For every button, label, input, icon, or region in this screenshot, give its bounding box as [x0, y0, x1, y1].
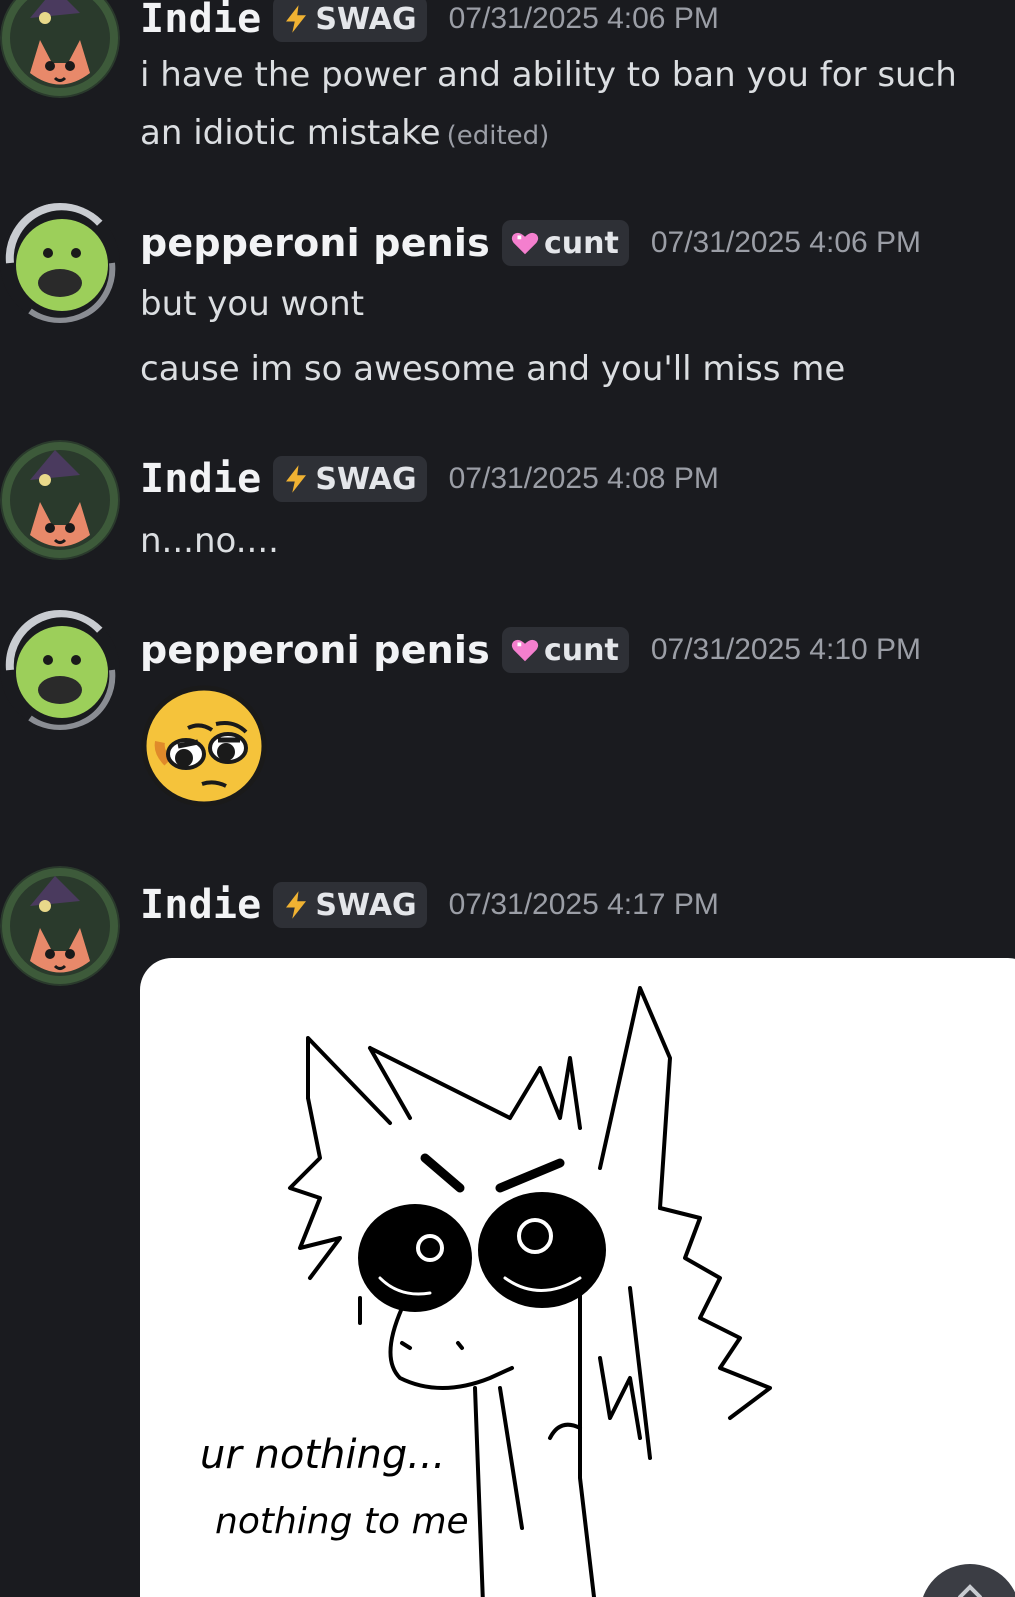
drawing-caption-line-2: nothing to me: [215, 1501, 469, 1542]
message-line-2: an idiotic mistake (edited): [140, 104, 957, 165]
username[interactable]: pepperoni penis: [140, 628, 490, 672]
role-tag-label: cunt: [543, 225, 619, 261]
timestamp: 07/31/2025 4:06 PM: [448, 2, 719, 35]
role-tag-label: SWAG: [315, 887, 417, 923]
message-line: cause im so awesome and you'll miss me: [140, 349, 846, 389]
timestamp: 07/31/2025 4:08 PM: [448, 462, 719, 495]
username[interactable]: pepperoni penis: [140, 221, 490, 265]
message-header: pepperoni penis cunt 07/31/2025 4:06 PM: [140, 220, 921, 266]
edited-label: (edited): [446, 121, 550, 151]
lightning-icon: [281, 889, 311, 921]
timestamp: 07/31/2025 4:17 PM: [448, 888, 719, 921]
avatar-pepperoni[interactable]: [0, 610, 120, 730]
pleading-smug-emoji[interactable]: [138, 682, 268, 808]
role-tag[interactable]: cunt: [501, 220, 629, 266]
message-content-2: cause im so awesome and you'll miss me: [140, 340, 845, 398]
avatar-indie[interactable]: [0, 866, 120, 986]
message-content: n...no....: [140, 512, 279, 570]
avatar-indie[interactable]: [0, 440, 120, 560]
message-line: n...no....: [140, 521, 279, 561]
role-tag[interactable]: SWAG: [273, 0, 427, 42]
role-tag-label: SWAG: [315, 461, 417, 497]
message-content: but you wont: [140, 275, 364, 333]
role-tag[interactable]: SWAG: [273, 882, 427, 928]
chevron-up-icon: [957, 1582, 983, 1597]
message-header: Indie SWAG 07/31/2025 4:17 PM: [140, 882, 719, 928]
message-line: i have the power and ability to ban you …: [140, 55, 957, 95]
message-header: Indie SWAG 07/31/2025 4:06 PM: [140, 0, 719, 42]
message-line-text: an idiotic mistake: [140, 113, 441, 153]
role-tag-label: cunt: [543, 632, 619, 668]
lightning-icon: [281, 3, 311, 35]
timestamp: 07/31/2025 4:10 PM: [650, 633, 922, 666]
pink-heart-icon: [510, 634, 540, 666]
lightning-icon: [281, 463, 311, 495]
message-header: Indie SWAG 07/31/2025 4:08 PM: [140, 456, 719, 502]
timestamp: 07/31/2025 4:06 PM: [650, 226, 922, 259]
role-tag[interactable]: SWAG: [273, 456, 427, 502]
role-tag[interactable]: cunt: [501, 627, 629, 673]
message-content: i have the power and ability to ban you …: [140, 46, 957, 165]
avatar-pepperoni[interactable]: [0, 203, 120, 323]
avatar-indie[interactable]: [0, 0, 120, 98]
role-tag-label: SWAG: [315, 1, 417, 37]
username[interactable]: Indie: [140, 456, 261, 502]
username[interactable]: Indie: [140, 882, 261, 928]
username[interactable]: Indie: [140, 0, 261, 42]
drawing-image[interactable]: ur nothing... nothing to me: [140, 958, 1015, 1597]
drawing-caption-line-1: ur nothing...: [200, 1432, 445, 1478]
pink-heart-icon: [510, 227, 540, 259]
message-line: but you wont: [140, 284, 365, 324]
message-header: pepperoni penis cunt 07/31/2025 4:10 PM: [140, 627, 921, 673]
